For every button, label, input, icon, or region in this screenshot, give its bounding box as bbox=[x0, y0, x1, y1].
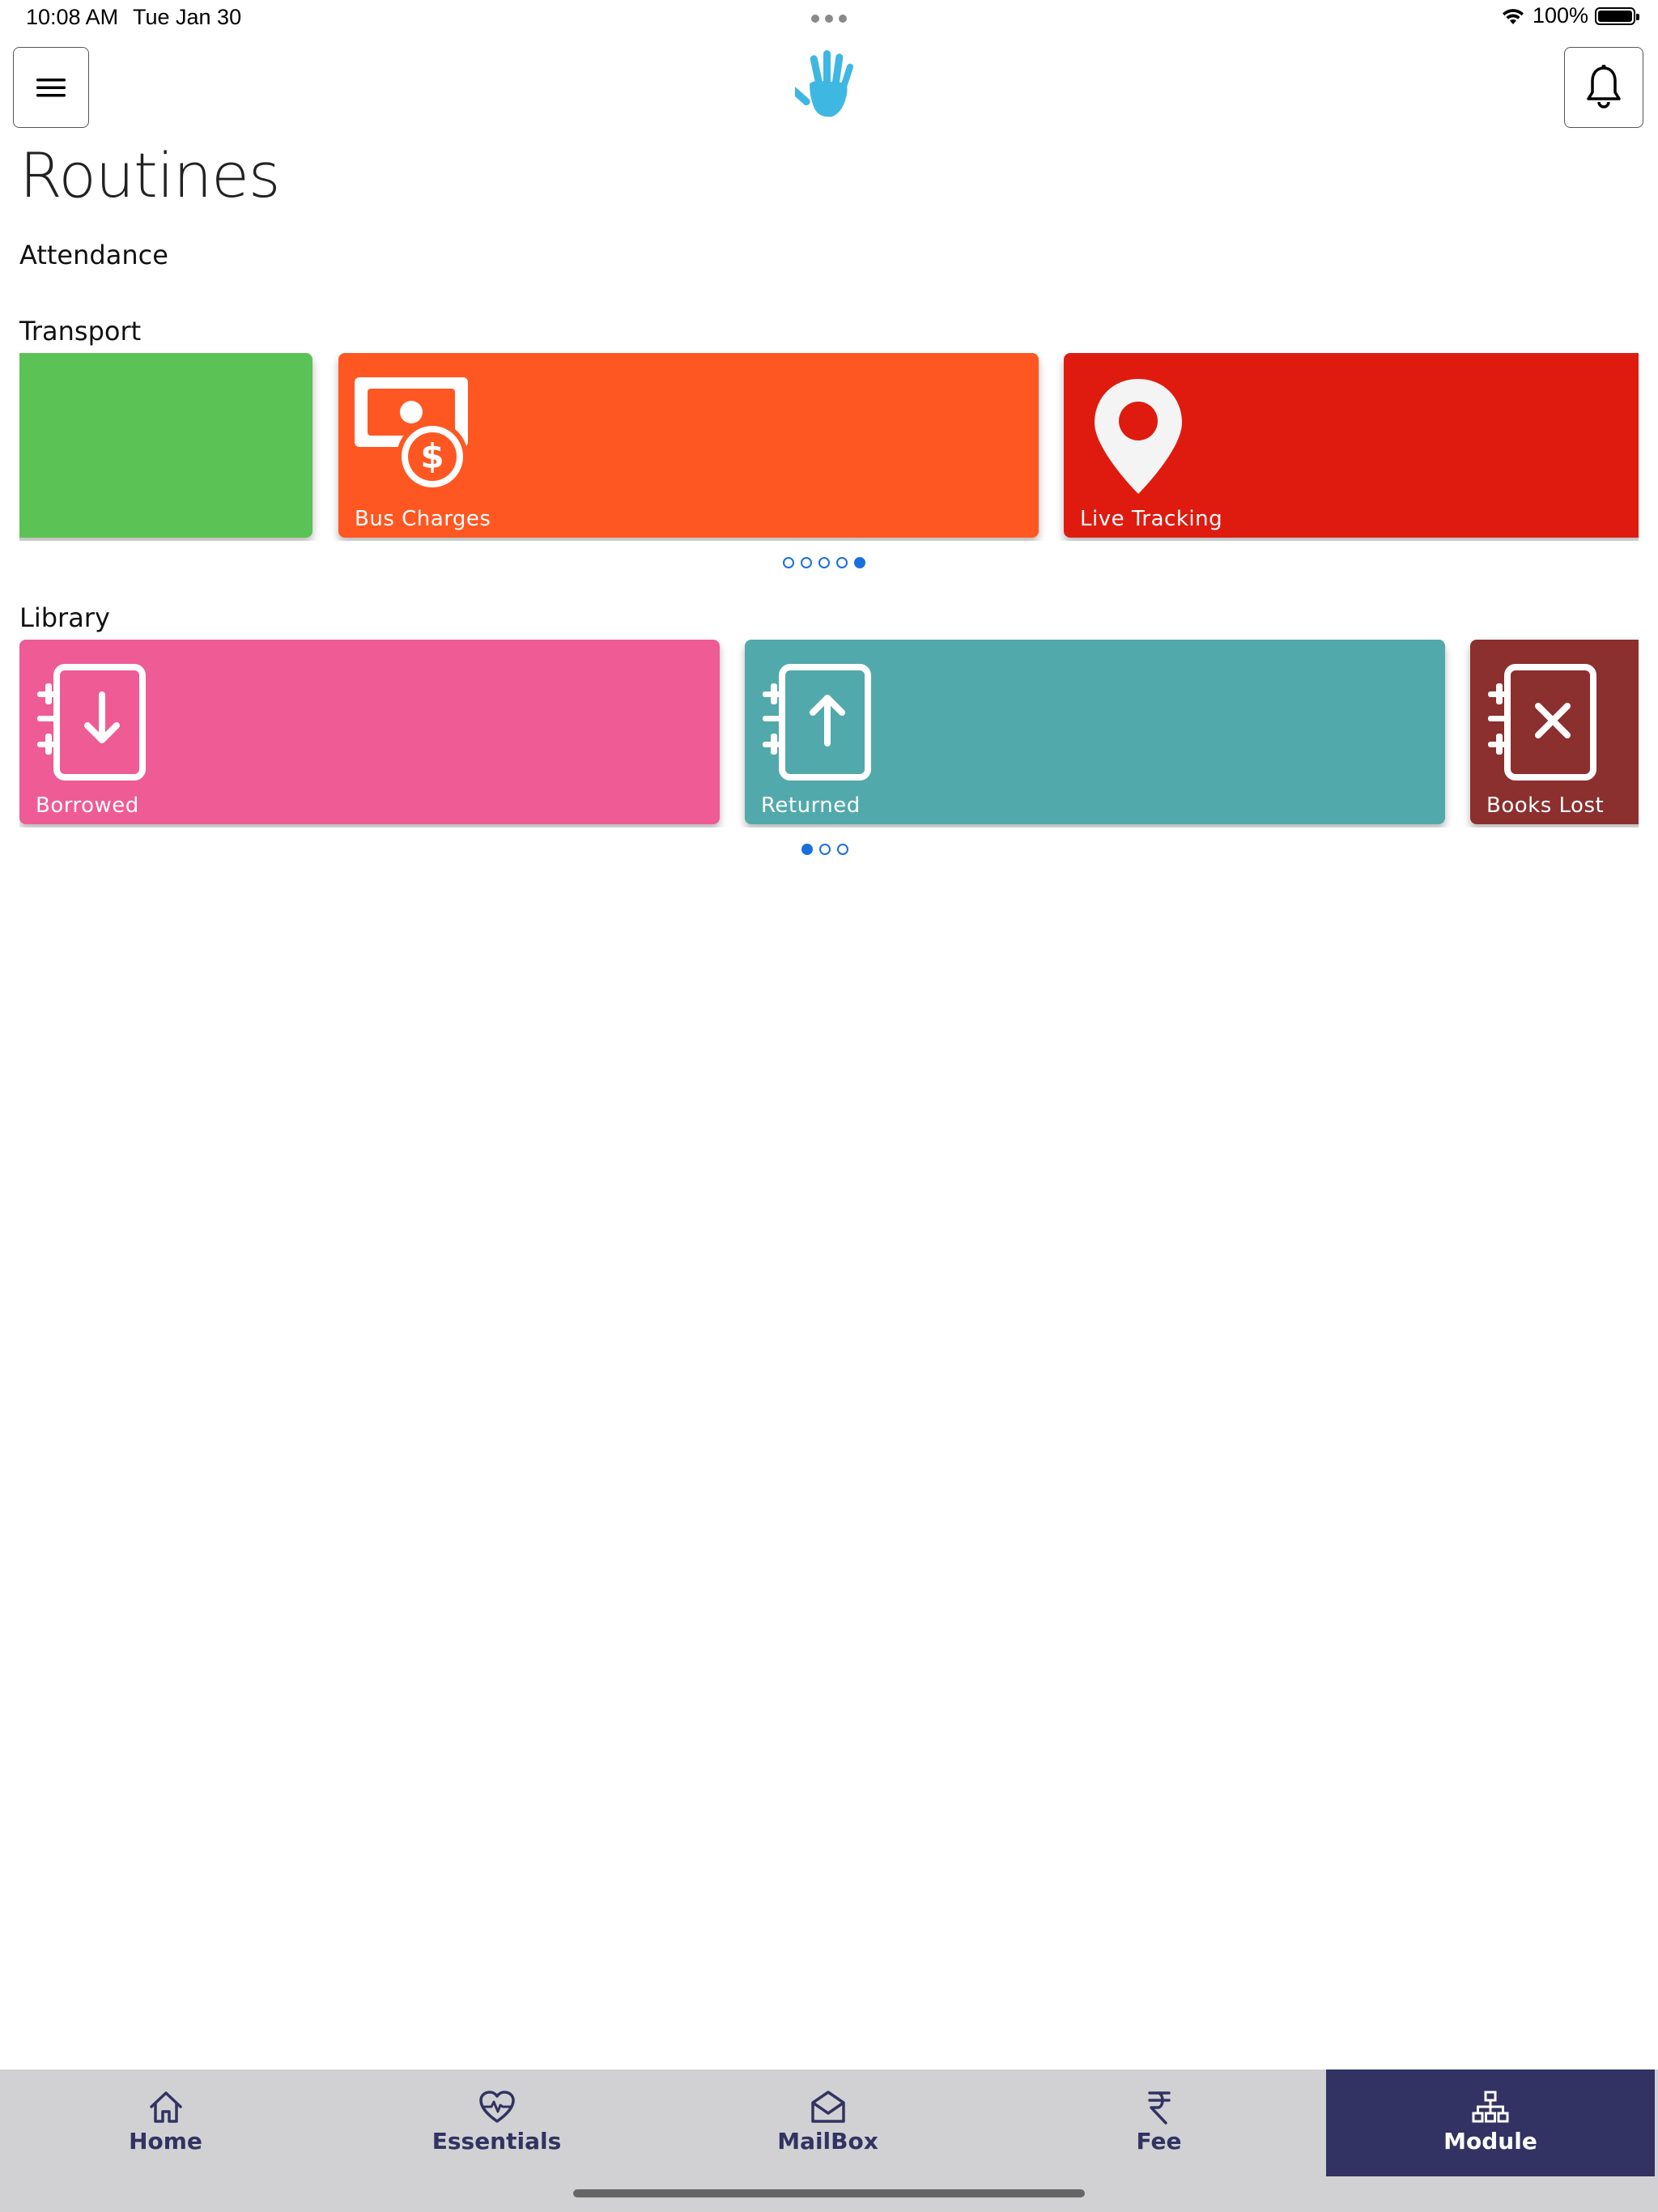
page-dot[interactable] bbox=[818, 557, 830, 568]
tab-module[interactable]: Module bbox=[1326, 2069, 1655, 2176]
hamburger-menu-icon bbox=[36, 79, 66, 97]
location-pin-icon bbox=[1095, 379, 1182, 494]
status-indicators: 100% bbox=[1500, 3, 1639, 28]
page-dot[interactable] bbox=[801, 557, 812, 568]
section-title-attendance: Attendance bbox=[19, 240, 168, 270]
library-carousel[interactable]: Borrowed Returned Books Lost bbox=[19, 640, 1639, 827]
notifications-button[interactable] bbox=[1564, 47, 1643, 128]
transport-page-indicator[interactable] bbox=[783, 557, 865, 568]
status-bar: 10:08 AM Tue Jan 30 100% bbox=[0, 0, 1658, 39]
book-lost-icon bbox=[1488, 664, 1596, 781]
borrowed-tile[interactable]: Borrowed bbox=[19, 640, 720, 824]
page-dot[interactable] bbox=[837, 844, 848, 855]
page-dot[interactable] bbox=[819, 844, 831, 855]
multitasking-dots-icon[interactable] bbox=[811, 15, 847, 23]
live-tracking-label: Live Tracking bbox=[1080, 507, 1223, 531]
hand-logo-icon[interactable] bbox=[795, 49, 860, 121]
heart-pulse-icon bbox=[478, 2091, 515, 2123]
book-return-icon bbox=[763, 664, 871, 781]
money-dollar-icon: $ bbox=[355, 377, 468, 492]
mailbox-icon bbox=[810, 2091, 845, 2123]
tab-fee-label: Fee bbox=[1136, 2128, 1182, 2155]
books-lost-label: Books Lost bbox=[1486, 793, 1605, 818]
wifi-icon bbox=[1502, 8, 1524, 24]
page-dot[interactable] bbox=[836, 557, 848, 568]
tab-essentials-label: Essentials bbox=[432, 2128, 562, 2155]
books-lost-tile[interactable]: Books Lost bbox=[1470, 640, 1639, 824]
page-dot[interactable] bbox=[783, 557, 794, 568]
book-borrow-icon bbox=[37, 664, 146, 781]
home-icon bbox=[149, 2091, 182, 2123]
borrowed-label: Borrowed bbox=[36, 793, 139, 818]
tab-mailbox-label: MailBox bbox=[777, 2128, 878, 2155]
status-time: 10:08 AM bbox=[26, 5, 119, 29]
battery-icon bbox=[1595, 6, 1639, 25]
bell-icon bbox=[1587, 65, 1621, 108]
tab-fee[interactable]: Fee bbox=[993, 2069, 1324, 2176]
section-title-transport: Transport bbox=[19, 316, 142, 347]
section-title-library: Library bbox=[19, 602, 110, 633]
transport-carousel[interactable]: $ Bus Charges Live Tracking bbox=[19, 353, 1639, 541]
page-title: Routines bbox=[19, 139, 280, 211]
battery-percent: 100% bbox=[1532, 3, 1588, 28]
svg-text:$: $ bbox=[420, 436, 444, 476]
rupee-icon bbox=[1147, 2091, 1171, 2125]
tab-module-label: Module bbox=[1443, 2128, 1537, 2155]
live-tracking-tile[interactable]: Live Tracking bbox=[1064, 353, 1639, 538]
returned-label: Returned bbox=[761, 793, 861, 818]
tab-essentials[interactable]: Essentials bbox=[331, 2069, 662, 2176]
tab-home[interactable]: Home bbox=[0, 2069, 331, 2176]
page-dot-active[interactable] bbox=[854, 557, 865, 568]
bus-charges-tile[interactable]: $ Bus Charges bbox=[338, 353, 1039, 538]
status-date: Tue Jan 30 bbox=[133, 5, 242, 29]
home-indicator[interactable] bbox=[573, 2189, 1085, 2197]
module-hierarchy-icon bbox=[1472, 2091, 1509, 2123]
returned-tile[interactable]: Returned bbox=[745, 640, 1445, 824]
transport-tile-partial[interactable] bbox=[19, 353, 312, 538]
tab-home-label: Home bbox=[129, 2128, 202, 2155]
menu-button[interactable] bbox=[13, 47, 89, 128]
page-dot-active[interactable] bbox=[801, 844, 813, 855]
bus-charges-label: Bus Charges bbox=[355, 507, 491, 531]
library-page-indicator[interactable] bbox=[801, 844, 848, 855]
tab-mailbox[interactable]: MailBox bbox=[662, 2069, 993, 2176]
